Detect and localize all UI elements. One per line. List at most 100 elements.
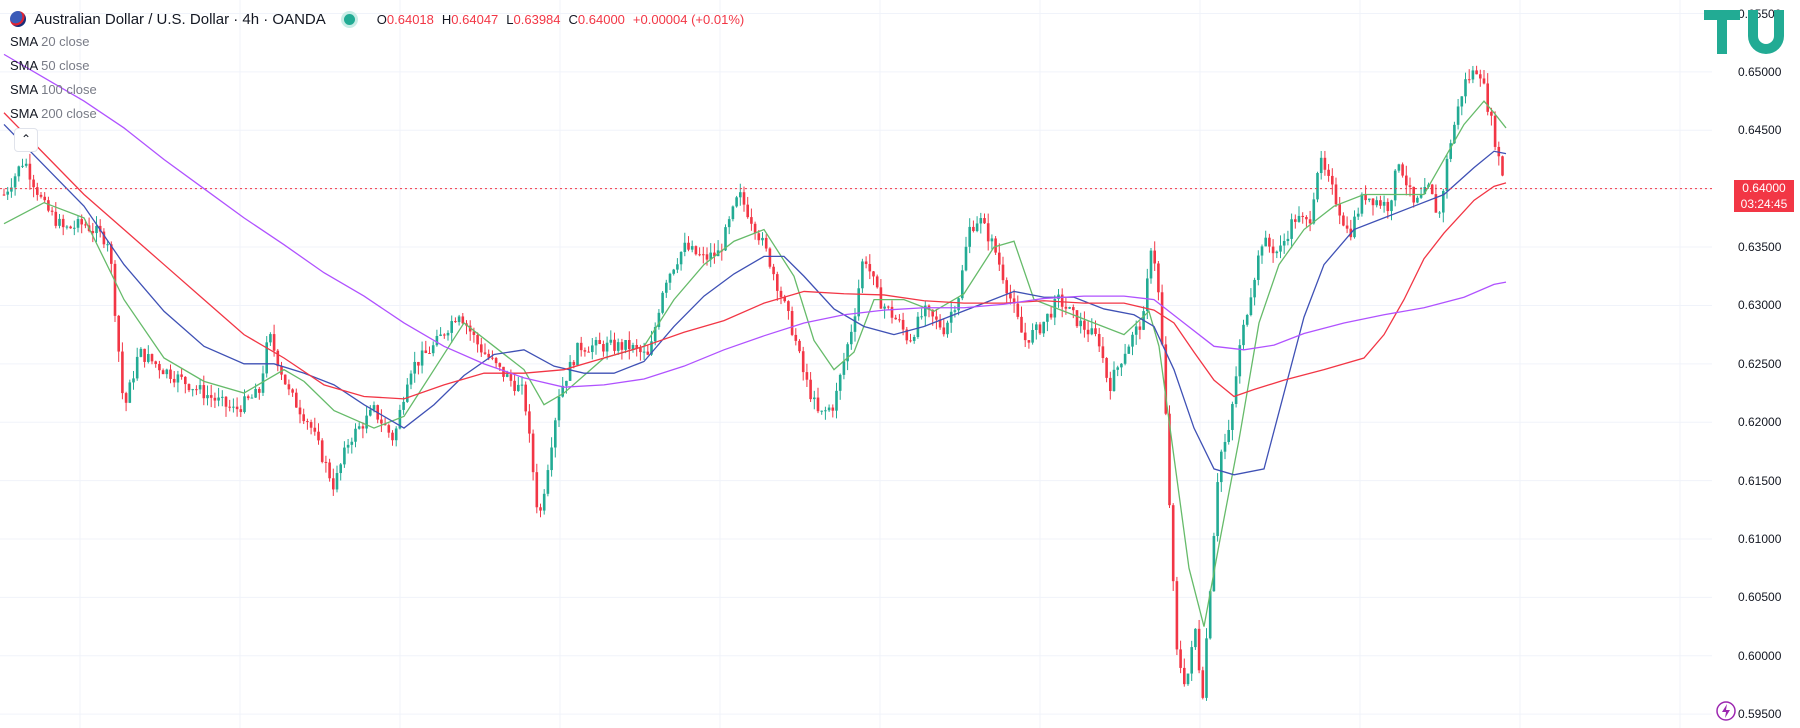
candle-body — [1179, 649, 1182, 668]
market-status-icon[interactable] — [343, 13, 355, 25]
candle-body — [727, 219, 731, 228]
candle-body — [147, 354, 150, 362]
candle-body — [949, 311, 953, 323]
candle-body — [76, 219, 80, 228]
indicator-sma-200[interactable]: SMA 200 close — [10, 106, 97, 121]
indicator-name: SMA — [10, 106, 38, 121]
price-tick-label: 0.64500 — [1738, 123, 1782, 138]
close-value: 0.64000 — [577, 11, 625, 27]
symbol-title[interactable]: Australian Dollar / U.S. Dollar · 4h · O… — [34, 11, 326, 28]
candle-body — [1075, 310, 1079, 327]
candle-body — [853, 316, 857, 332]
lightning-icon[interactable] — [1715, 700, 1737, 722]
candle-body — [942, 327, 946, 335]
candle-body — [1353, 216, 1356, 238]
candle-body — [1220, 451, 1223, 483]
candle-body — [875, 276, 879, 288]
candle-body — [1072, 307, 1075, 311]
chart-plot-area[interactable] — [0, 0, 1712, 728]
candle-body — [1397, 164, 1401, 171]
candle-body — [661, 292, 664, 313]
candle-body — [1205, 638, 1208, 698]
candle-body — [1390, 200, 1393, 212]
candle-body — [517, 384, 520, 392]
candle-body — [883, 306, 886, 309]
candle-body — [409, 373, 413, 385]
candle-body — [868, 264, 872, 272]
candle-body — [1060, 294, 1064, 307]
candle-body — [739, 192, 742, 198]
candle-body — [158, 364, 161, 371]
candle-body — [602, 343, 605, 352]
price-axis[interactable]: 0.655000.650000.645000.640000.635000.630… — [1712, 0, 1800, 728]
indicator-param: 200 close — [41, 106, 97, 121]
candle-body — [668, 273, 672, 283]
candle-body — [816, 397, 820, 412]
candle-body — [535, 472, 539, 508]
tradingview-logo-icon — [1704, 10, 1790, 54]
candle-body — [295, 392, 298, 408]
candle-body — [1016, 303, 1020, 317]
candle-body — [402, 401, 405, 410]
candle-body — [953, 310, 957, 312]
candle-body — [879, 287, 883, 309]
candle-body — [1264, 237, 1267, 247]
candle-body — [1153, 250, 1156, 264]
candle-body — [272, 334, 276, 351]
candle-body — [195, 389, 198, 391]
chevron-up-icon[interactable]: ⌃ — [14, 128, 38, 152]
bar-countdown: 03:24:45 — [1740, 196, 1788, 211]
candle-body — [172, 378, 176, 383]
candle-body — [291, 389, 294, 393]
candle-body — [1027, 340, 1031, 343]
candle-body — [1001, 264, 1005, 281]
candle-body — [1360, 194, 1364, 214]
candle-body — [209, 395, 213, 398]
candle-body — [520, 384, 524, 386]
candle-body — [794, 334, 798, 341]
candle-body — [124, 393, 128, 403]
candle-body — [1249, 297, 1253, 316]
candle-body — [1149, 250, 1153, 279]
candle-body — [1312, 199, 1316, 224]
candle-body — [1216, 482, 1219, 537]
candle-body — [1260, 246, 1264, 256]
candle-body — [339, 464, 342, 474]
candle-body — [1090, 328, 1094, 335]
candle-body — [750, 217, 753, 224]
price-tick-label: 0.60000 — [1738, 648, 1782, 663]
candlestick-chart[interactable] — [0, 0, 1712, 728]
indicator-sma-50[interactable]: SMA 50 close — [10, 58, 90, 73]
candle-body — [1331, 175, 1334, 185]
candle-body — [1471, 70, 1475, 80]
candle-body — [369, 409, 372, 416]
indicator-sma-20[interactable]: SMA 20 close — [10, 34, 90, 49]
candle-body — [1227, 429, 1230, 442]
price-tick-label: 0.62000 — [1738, 415, 1782, 430]
candle-body — [394, 428, 398, 441]
candle-body — [968, 226, 971, 247]
indicator-sma-100[interactable]: SMA 100 close — [10, 82, 97, 97]
candle-body — [753, 223, 757, 234]
candle-body — [1430, 184, 1434, 195]
candle-body — [1393, 170, 1397, 201]
candle-body — [431, 345, 435, 354]
candle-body — [1097, 334, 1101, 347]
candle-body — [58, 218, 61, 226]
candle-body — [1323, 157, 1327, 170]
candle-body — [731, 206, 735, 220]
candle-body — [820, 410, 823, 412]
candle-body — [616, 342, 620, 351]
candle-body — [1223, 441, 1227, 452]
price-tick-label: 0.60500 — [1738, 590, 1782, 605]
candle-body — [61, 218, 65, 228]
candle-body — [180, 374, 183, 377]
candle-body — [6, 191, 9, 195]
candle-body — [787, 301, 790, 312]
candle-body — [513, 380, 516, 392]
candle-body — [1245, 315, 1249, 325]
symbol-header: Australian Dollar / U.S. Dollar · 4h · O… — [10, 8, 744, 30]
candle-body — [191, 389, 194, 391]
price-tick-label: 0.59500 — [1738, 707, 1782, 722]
candle-body — [343, 447, 346, 465]
